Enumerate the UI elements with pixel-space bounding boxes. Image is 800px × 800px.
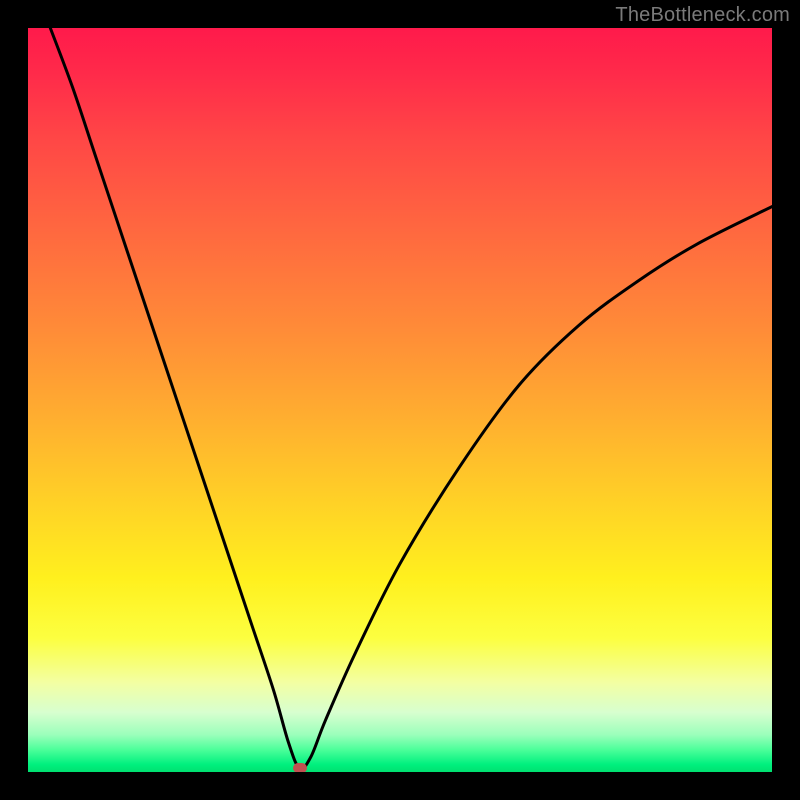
minimum-marker-icon [293,763,307,772]
chart-frame: TheBottleneck.com [0,0,800,800]
watermark-text: TheBottleneck.com [615,4,790,27]
plot-area [28,28,772,772]
bottleneck-curve [28,28,772,772]
